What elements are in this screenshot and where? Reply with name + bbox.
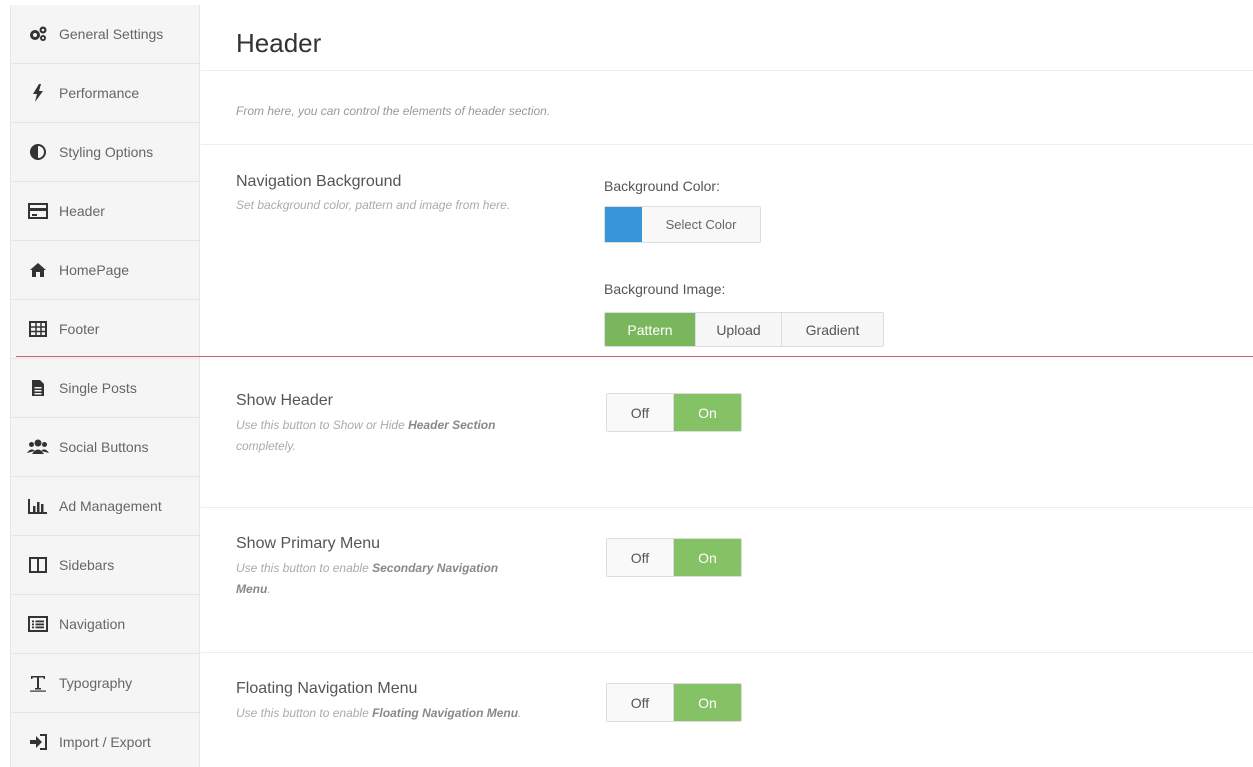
gradient-button[interactable]: Gradient xyxy=(782,313,883,346)
sidebar-item-performance[interactable]: Performance xyxy=(11,64,200,123)
toggle-off[interactable]: Off xyxy=(607,394,674,431)
sidebar-item-styling-options[interactable]: Styling Options xyxy=(11,123,200,182)
bar-chart-icon xyxy=(27,496,49,516)
contrast-icon xyxy=(27,142,49,162)
sidebar-item-general-settings[interactable]: General Settings xyxy=(11,5,200,64)
toggle-on[interactable]: On xyxy=(674,539,741,576)
sidebar-item-social-buttons[interactable]: Social Buttons xyxy=(11,418,200,477)
intro-text: From here, you can control the elements … xyxy=(236,104,551,118)
toggle-off[interactable]: Off xyxy=(607,539,674,576)
sidebar-item-label: Navigation xyxy=(59,616,126,632)
toggle-on[interactable]: On xyxy=(674,394,741,431)
background-image-label: Background Image: xyxy=(604,281,726,297)
show-primary-menu-section: Show Primary Menu Use this button to ena… xyxy=(201,508,1253,652)
toggle-on[interactable]: On xyxy=(674,684,741,721)
section-separator-line xyxy=(16,356,1253,357)
color-swatch xyxy=(605,207,642,242)
main-content: Header From here, you can control the el… xyxy=(201,5,1253,767)
sidebar-item-sidebars[interactable]: Sidebars xyxy=(11,536,200,595)
sidebar-item-label: Header xyxy=(59,203,105,219)
page-title: Header xyxy=(236,28,322,58)
sidebar-item-import-export[interactable]: Import / Export xyxy=(11,713,200,767)
background-image-options: Pattern Upload Gradient xyxy=(604,312,884,347)
text-icon xyxy=(27,673,49,693)
toggle-off[interactable]: Off xyxy=(607,684,674,721)
floating-nav-section: Floating Navigation Menu Use this button… xyxy=(201,653,1253,767)
sidebar-item-label: Import / Export xyxy=(59,734,151,750)
sidebar-item-ad-management[interactable]: Ad Management xyxy=(11,477,200,536)
section-title: Show Primary Menu xyxy=(236,535,381,552)
sidebar-item-navigation[interactable]: Navigation xyxy=(11,595,200,654)
sidebar-item-label: Ad Management xyxy=(59,498,162,514)
sidebar-item-typography[interactable]: Typography xyxy=(11,654,200,713)
intro-row: From here, you can control the elements … xyxy=(201,71,1253,145)
background-color-label: Background Color: xyxy=(604,178,720,194)
section-title: Show Header xyxy=(236,392,333,409)
nav-background-section: Navigation Background Set background col… xyxy=(201,145,1253,356)
select-color-label: Select Color xyxy=(642,207,760,242)
section-description: Set background color, pattern and image … xyxy=(236,198,511,212)
sidebar-item-label: Footer xyxy=(59,321,100,337)
sidebar-item-single-posts[interactable]: Single Posts xyxy=(11,359,200,418)
sidebar-item-label: HomePage xyxy=(59,262,130,278)
sign-in-icon xyxy=(27,732,49,752)
sidebar-item-label: Performance xyxy=(59,85,140,101)
sidebar-item-footer[interactable]: Footer xyxy=(11,300,200,359)
pattern-button[interactable]: Pattern xyxy=(605,313,696,346)
gears-icon xyxy=(27,24,49,44)
header-layout-icon xyxy=(27,201,49,221)
upload-button[interactable]: Upload xyxy=(696,313,782,346)
users-icon xyxy=(27,437,49,457)
sidebar-item-label: Styling Options xyxy=(59,144,154,160)
section-description: Use this button to enable Secondary Navi… xyxy=(236,561,499,596)
file-icon xyxy=(27,378,49,398)
sidebar-item-header[interactable]: Header xyxy=(11,182,200,241)
title-bar: Header xyxy=(201,5,1253,71)
sidebar-item-homepage[interactable]: HomePage xyxy=(11,241,200,300)
list-icon xyxy=(27,614,49,634)
floating-nav-toggle[interactable]: Off On xyxy=(606,683,742,722)
section-description: Use this button to Show or Hide Header S… xyxy=(236,418,496,453)
settings-sidebar: General Settings Performance Styling Opt… xyxy=(10,5,200,767)
home-icon xyxy=(27,260,49,280)
sidebar-item-label: Typography xyxy=(59,675,133,691)
section-title: Floating Navigation Menu xyxy=(236,680,418,697)
show-primary-menu-toggle[interactable]: Off On xyxy=(606,538,742,577)
sidebar-item-label: Sidebars xyxy=(59,557,115,573)
columns-icon xyxy=(27,555,49,575)
sidebar-item-label: Single Posts xyxy=(59,380,137,396)
settings-panel: General Settings Performance Styling Opt… xyxy=(0,0,1253,767)
bolt-icon xyxy=(27,83,49,103)
sidebar-item-label: General Settings xyxy=(59,26,164,42)
sidebar-item-label: Social Buttons xyxy=(59,439,149,455)
section-description: Use this button to enable Floating Navig… xyxy=(236,706,522,720)
show-header-toggle[interactable]: Off On xyxy=(606,393,742,432)
table-icon xyxy=(27,319,49,339)
select-color-button[interactable]: Select Color xyxy=(604,206,761,243)
section-title: Navigation Background xyxy=(236,173,402,190)
show-header-section: Show Header Use this button to Show or H… xyxy=(201,357,1253,507)
